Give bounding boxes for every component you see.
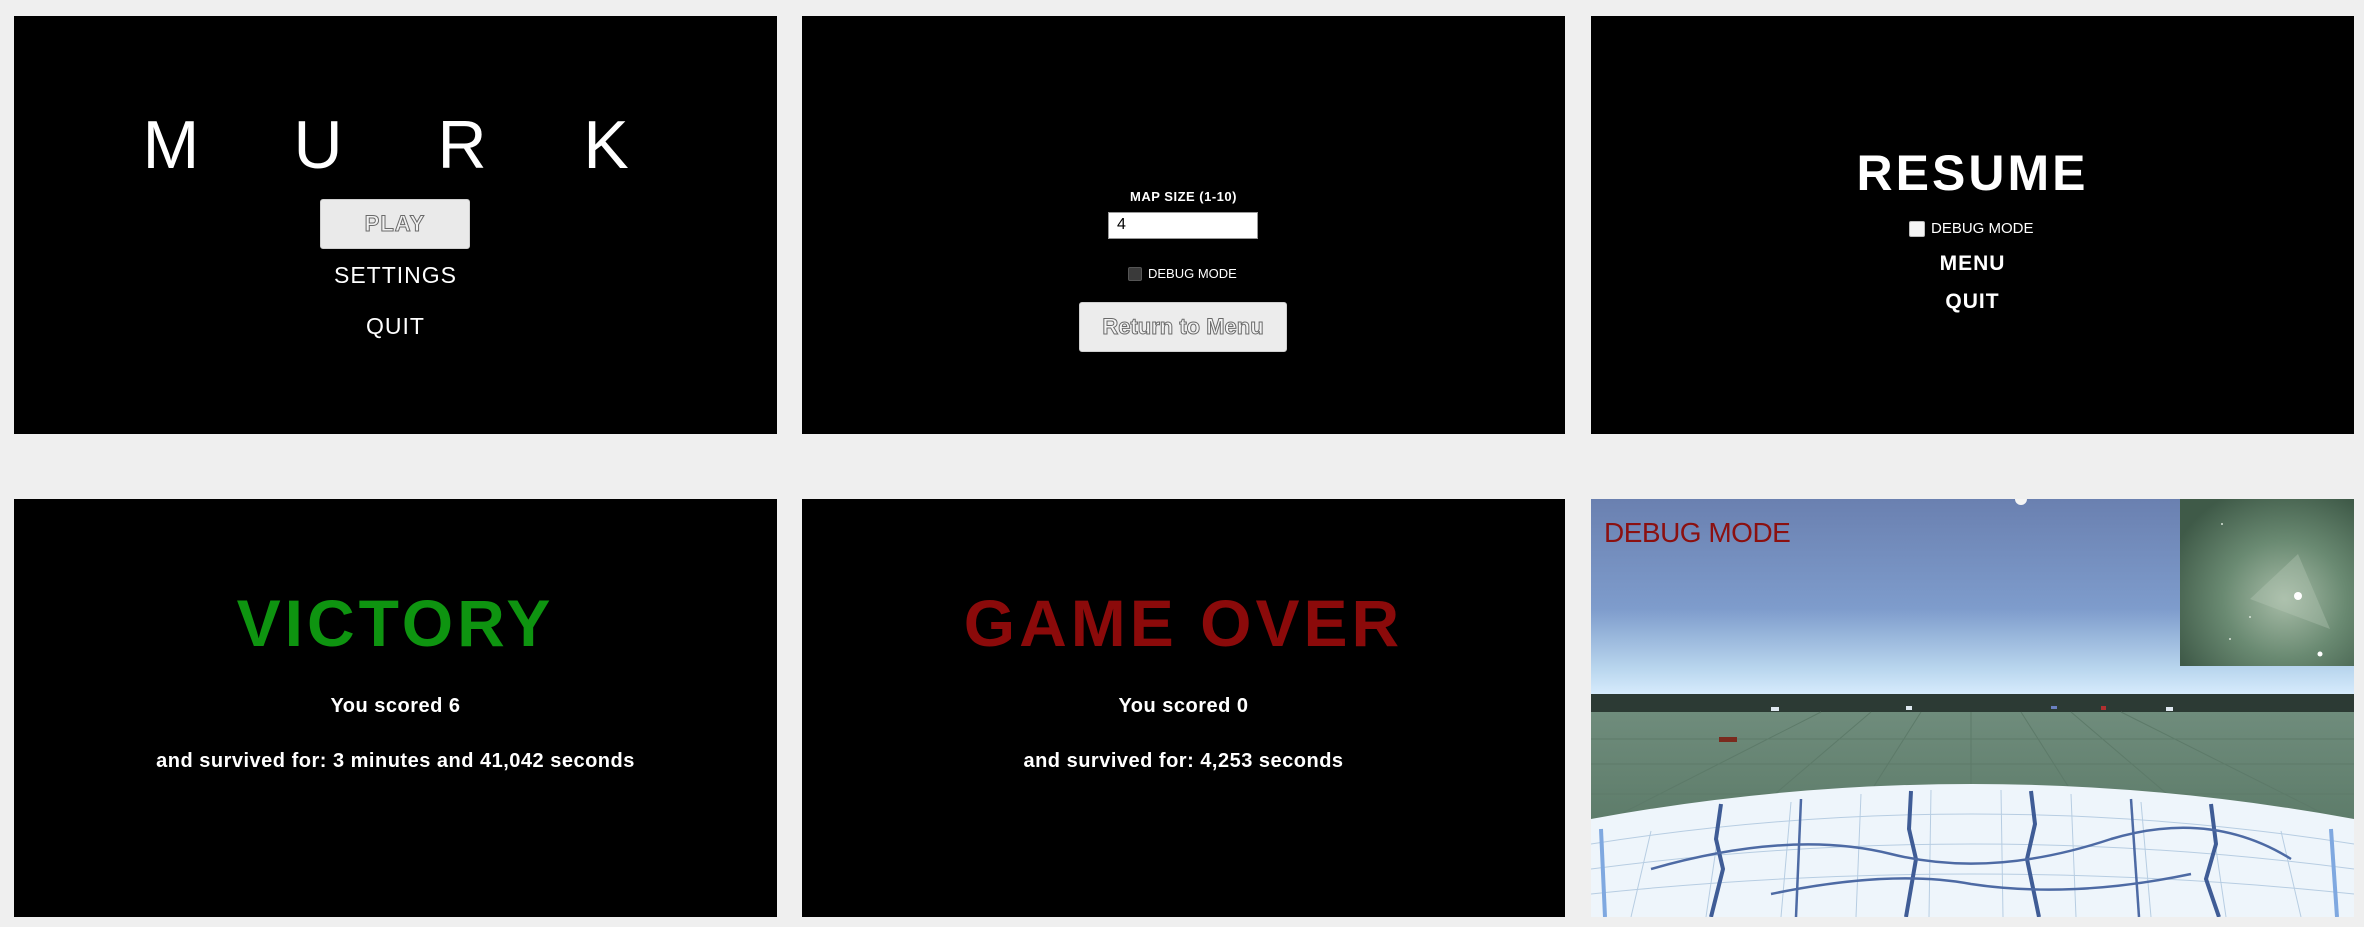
- minimap: [2180, 499, 2354, 666]
- map-size-label: MAP SIZE (1-10): [1130, 189, 1237, 204]
- settings-button[interactable]: SETTINGS: [14, 262, 777, 289]
- victory-score-text: You scored 6: [330, 695, 461, 717]
- map-size-input[interactable]: 4: [1108, 212, 1258, 239]
- return-to-menu-button[interactable]: Return to Menu: [1079, 302, 1287, 352]
- victory-survived-text: and survived for: 3 minutes and 41,042 s…: [156, 750, 635, 772]
- title-letter-k: K: [583, 107, 629, 183]
- victory-title: VICTORY: [236, 586, 555, 660]
- game-over-score-text: You scored 0: [1118, 695, 1249, 717]
- debug-mode-label: DEBUG MODE: [1148, 266, 1237, 281]
- quit-button[interactable]: QUIT: [14, 313, 777, 340]
- play-button[interactable]: PLAY: [320, 199, 470, 249]
- title-letter-r: R: [437, 107, 487, 183]
- game-over-survived-text: and survived for: 4,253 seconds: [1023, 750, 1344, 772]
- pause-quit-button[interactable]: QUIT: [1591, 290, 2354, 314]
- victory-screen: VICTORY You scored 6 and survived for: 3…: [14, 499, 777, 917]
- game-over-screen: GAME OVER You scored 0 and survived for:…: [802, 499, 1565, 917]
- main-menu-screen: M U R K PLAY SETTINGS QUIT: [14, 16, 777, 434]
- debug-mode-toggle[interactable]: DEBUG MODE: [1128, 266, 1237, 281]
- pause-debug-mode-label: DEBUG MODE: [1931, 220, 2034, 237]
- settings-screen: MAP SIZE (1-10) 4 DEBUG MODE Return to M…: [802, 16, 1565, 434]
- game-title: M U R K: [14, 106, 777, 186]
- title-letter-u: U: [293, 107, 343, 183]
- game-over-title: GAME OVER: [963, 586, 1404, 660]
- pause-debug-mode-toggle[interactable]: DEBUG MODE: [1909, 220, 2034, 237]
- pause-debug-mode-checkbox[interactable]: [1909, 220, 1925, 237]
- title-letter-m: M: [142, 107, 200, 183]
- debug-game-view: DEBUG MODE: [1591, 499, 2354, 917]
- debug-mode-overlay-label: DEBUG MODE: [1604, 517, 1791, 548]
- resume-button[interactable]: RESUME: [1591, 144, 2354, 202]
- debug-mode-checkbox[interactable]: [1128, 266, 1142, 281]
- pause-screen: RESUME DEBUG MODE MENU QUIT: [1591, 16, 2354, 434]
- menu-button[interactable]: MENU: [1591, 252, 2354, 276]
